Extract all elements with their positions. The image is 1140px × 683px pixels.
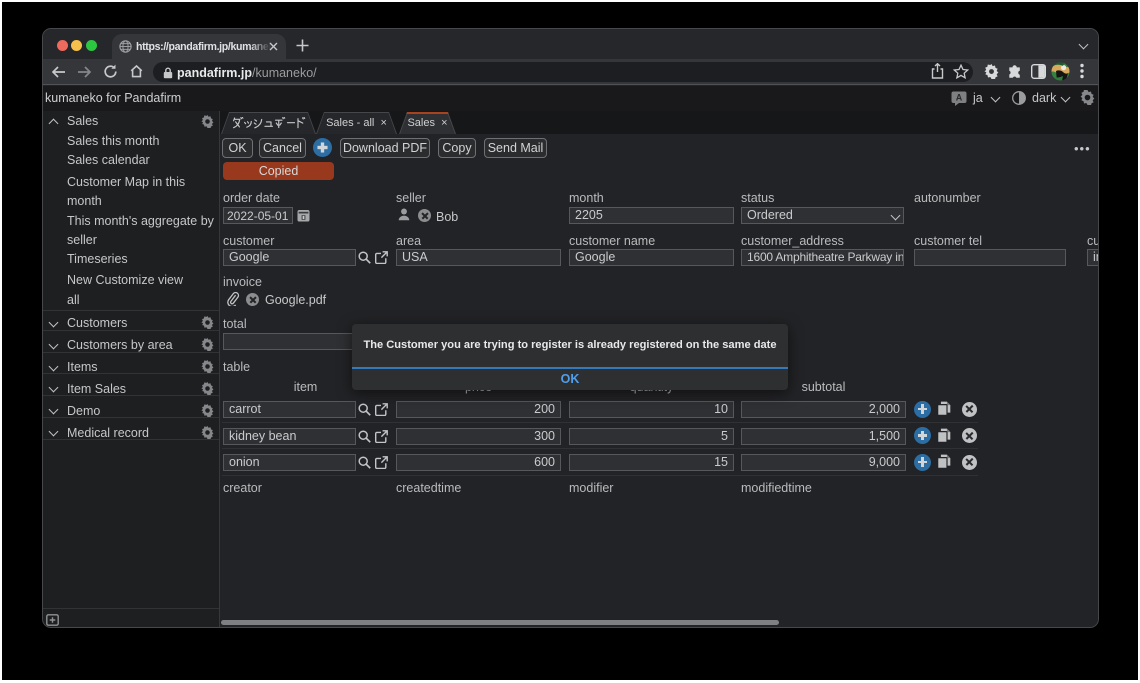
svg-text:A: A xyxy=(956,93,963,103)
